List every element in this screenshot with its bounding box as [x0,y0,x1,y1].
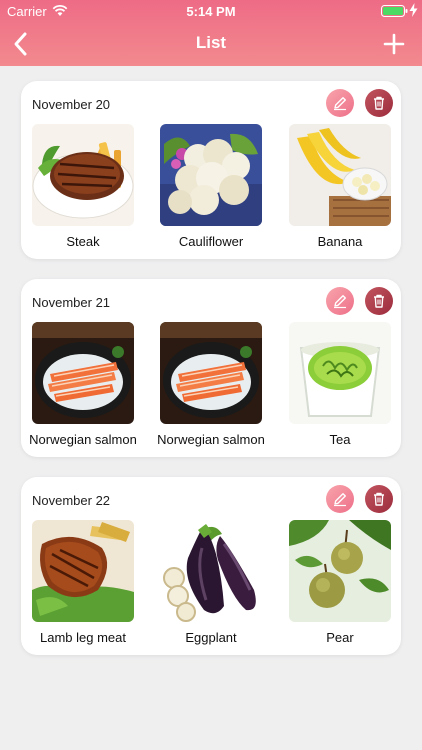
meal-card: November 21 Norwegian salmon Norwegian s… [21,279,401,457]
pear-image [289,520,391,622]
food-name: Eggplant [185,630,237,645]
meal-card: November 20 Steak Cauliflower Banana [21,81,401,259]
edit-button[interactable] [326,89,354,117]
card-date: November 22 [32,493,111,508]
cauliflower-image [160,124,262,226]
pencil-icon [334,493,346,507]
food-item[interactable]: Cauliflower [160,124,262,254]
card-date: November 20 [32,97,111,112]
status-bar: Carrier 5:14 PM [0,0,422,22]
food-item[interactable]: Lamb leg meat [32,520,134,650]
food-item[interactable]: Steak [32,124,134,254]
clock: 5:14 PM [186,4,236,19]
meal-card: November 22 Lamb leg meat Eggplant Pear [21,477,401,655]
food-item[interactable]: Banana [289,124,391,254]
salmon-image [32,322,134,424]
food-name: Lamb leg meat [40,630,126,645]
header: Carrier 5:14 PM List [0,0,422,66]
steak-image [32,124,134,226]
lamb-leg-image [32,520,134,622]
card-date: November 21 [32,295,111,310]
food-item[interactable]: Tea [289,322,391,452]
food-item[interactable]: Pear [289,520,391,650]
battery-icon [381,5,408,17]
food-name: Norwegian salmon [157,432,265,447]
food-name: Tea [329,432,351,447]
food-item[interactable]: Eggplant [160,520,262,650]
pencil-icon [334,97,346,111]
food-item[interactable]: Norwegian salmon [29,322,137,452]
salmon-image [160,322,262,424]
food-item[interactable]: Norwegian salmon [157,322,265,452]
delete-button[interactable] [365,287,393,315]
food-name: Steak [66,234,100,249]
trash-icon [374,294,384,308]
trash-icon [374,96,384,110]
food-name: Norwegian salmon [29,432,137,447]
eggplant-image [160,520,262,622]
page-title: List [195,33,227,52]
add-icon[interactable] [380,30,408,58]
charging-icon [409,3,418,17]
edit-button[interactable] [326,287,354,315]
pencil-icon [334,295,346,309]
food-name: Pear [326,630,354,645]
trash-icon [374,492,384,506]
banana-image [289,124,391,226]
delete-button[interactable] [365,485,393,513]
food-name: Banana [317,234,363,249]
navbar: List [0,22,422,66]
food-name: Cauliflower [178,234,244,249]
tea-image [289,322,391,424]
edit-button[interactable] [326,485,354,513]
delete-button[interactable] [365,89,393,117]
